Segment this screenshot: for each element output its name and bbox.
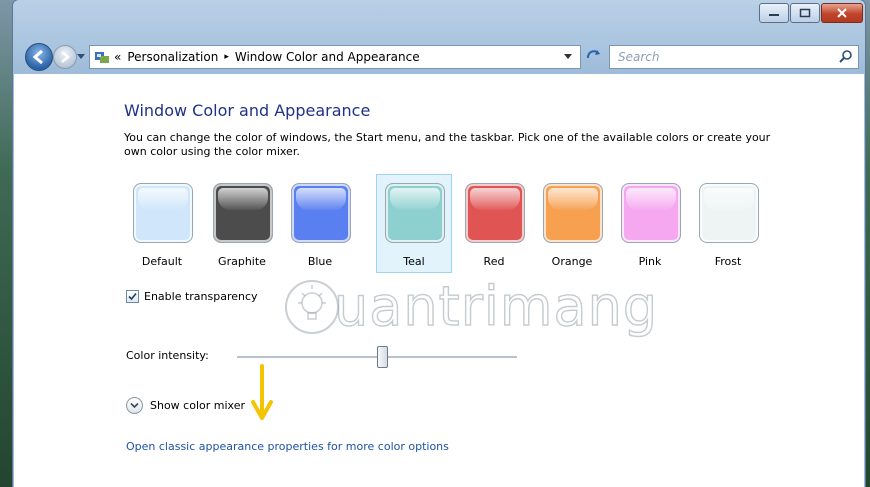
breadcrumb-separator[interactable]: ▸ bbox=[224, 52, 229, 62]
search-input[interactable]: Search bbox=[609, 45, 859, 69]
swatch-teal[interactable]: Teal bbox=[376, 174, 452, 273]
search-placeholder: Search bbox=[618, 50, 660, 64]
close-icon bbox=[837, 8, 847, 18]
swatch-blue[interactable]: Blue bbox=[282, 174, 358, 273]
swatch-label: Default bbox=[141, 255, 183, 268]
swatch-label: Teal bbox=[403, 255, 425, 268]
maximize-button[interactable] bbox=[790, 3, 820, 23]
maximize-icon bbox=[799, 8, 811, 18]
breadcrumb-personalization[interactable]: Personalization bbox=[127, 50, 218, 64]
arrow-right-icon bbox=[61, 51, 70, 63]
minimize-icon bbox=[769, 14, 779, 16]
swatch-tile bbox=[213, 183, 273, 243]
address-dropdown[interactable] bbox=[564, 54, 572, 59]
transparency-option[interactable]: Enable transparency bbox=[126, 290, 258, 303]
swatch-tile bbox=[385, 183, 445, 243]
swatch-label: Pink bbox=[638, 255, 662, 268]
swatch-tile bbox=[465, 183, 525, 243]
address-bar[interactable]: « Personalization ▸ Window Color and App… bbox=[89, 45, 581, 69]
watermark: uantrimang bbox=[282, 273, 682, 353]
watermark-text: uantrimang bbox=[333, 274, 659, 338]
swatch-tile bbox=[699, 183, 759, 243]
content-pane: Window Color and Appearance You can chan… bbox=[14, 74, 864, 487]
breadcrumb-window-color[interactable]: Window Color and Appearance bbox=[235, 50, 420, 64]
navigation-bar: « Personalization ▸ Window Color and App… bbox=[13, 38, 865, 72]
search-icon[interactable] bbox=[839, 49, 853, 63]
back-button[interactable] bbox=[25, 43, 53, 71]
swatch-red[interactable]: Red bbox=[456, 174, 532, 273]
color-swatches: Default Graphite Blue Teal Red Orange Pi… bbox=[124, 174, 764, 274]
swatch-tile bbox=[543, 183, 603, 243]
swatch-label: Graphite bbox=[218, 255, 266, 268]
classic-appearance-link[interactable]: Open classic appearance properties for m… bbox=[126, 440, 449, 453]
minimize-button[interactable] bbox=[759, 3, 789, 23]
refresh-button[interactable] bbox=[583, 48, 605, 66]
intensity-label: Color intensity: bbox=[126, 349, 209, 362]
swatch-graphite[interactable]: Graphite bbox=[204, 174, 280, 273]
recent-pages-dropdown[interactable] bbox=[77, 54, 85, 59]
swatch-tile bbox=[621, 183, 681, 243]
swatch-pink[interactable]: Pink bbox=[612, 174, 688, 273]
lightbulb-logo-icon bbox=[285, 280, 339, 334]
caption-buttons bbox=[758, 3, 863, 23]
transparency-checkbox[interactable] bbox=[126, 290, 139, 303]
chevron-down-icon[interactable] bbox=[126, 397, 143, 414]
close-button[interactable] bbox=[821, 3, 863, 23]
swatch-default[interactable]: Default bbox=[124, 174, 200, 273]
transparency-label: Enable transparency bbox=[144, 290, 258, 303]
window: « Personalization ▸ Window Color and App… bbox=[13, 0, 865, 487]
checkmark-icon bbox=[128, 292, 137, 301]
swatch-label: Blue bbox=[307, 255, 333, 268]
show-color-mixer-toggle[interactable]: Show color mixer bbox=[126, 397, 245, 414]
swatch-label: Orange bbox=[551, 255, 593, 268]
swatch-frost[interactable]: Frost bbox=[690, 174, 766, 273]
page-title: Window Color and Appearance bbox=[124, 101, 371, 120]
breadcrumb-prefix[interactable]: « bbox=[114, 50, 121, 64]
swatch-label: Frost bbox=[714, 255, 742, 268]
control-panel-icon bbox=[95, 52, 109, 63]
swatch-orange[interactable]: Orange bbox=[534, 174, 610, 273]
intensity-slider-thumb[interactable] bbox=[377, 346, 389, 368]
swatch-label: Red bbox=[483, 255, 505, 268]
swatch-tile bbox=[291, 183, 351, 243]
arrow-left-icon bbox=[32, 49, 43, 65]
page-description: You can change the color of windows, the… bbox=[124, 131, 771, 158]
show-color-mixer-label: Show color mixer bbox=[150, 399, 245, 412]
refresh-icon bbox=[586, 50, 600, 59]
arrow-down-icon bbox=[251, 364, 273, 420]
swatch-tile bbox=[133, 183, 193, 243]
forward-button[interactable] bbox=[53, 45, 77, 69]
